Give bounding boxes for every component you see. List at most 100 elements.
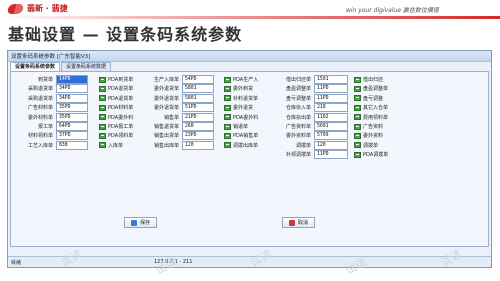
pda-checkbox[interactable]: 销退单: [224, 123, 248, 130]
param-label: 借出归还单: [285, 77, 311, 83]
code-prefix-input[interactable]: 37PD: [56, 131, 88, 141]
checkbox-label: PDA材料单: [108, 105, 134, 112]
header-band: [0, 16, 500, 19]
param-label: 销售出货单: [153, 133, 179, 140]
code-prefix-input[interactable]: 35PD: [56, 112, 88, 122]
pda-checkbox[interactable]: 调拨单: [354, 142, 378, 149]
code-prefix-input[interactable]: 34PD: [56, 84, 88, 94]
param-label: 广告材料单: [27, 105, 53, 112]
code-prefix-input[interactable]: 11PD: [314, 150, 348, 160]
pda-checkbox[interactable]: 盘盈调整单: [354, 85, 388, 92]
param-label: 盘盈调整单: [285, 86, 311, 93]
pda-checkbox[interactable]: PDA生产入: [224, 76, 258, 83]
pda-checkbox[interactable]: 补料退货单: [224, 95, 258, 102]
param-label: 采购退货单: [27, 95, 53, 102]
code-prefix-input[interactable]: 34PD: [56, 93, 88, 103]
code-prefix-input[interactable]: 11PD: [314, 93, 348, 103]
code-prefix-input[interactable]: 11PD: [314, 84, 348, 94]
param-label: 委外退货单: [153, 95, 179, 102]
pda-checkbox[interactable]: 委外到货: [224, 85, 253, 92]
pda-checkbox[interactable]: 委外资料: [354, 132, 383, 139]
param-label: 销售出库单: [153, 142, 179, 149]
code-prefix-input[interactable]: 838: [56, 140, 88, 150]
checkbox-label: 销退单: [233, 124, 249, 130]
param-label: 调拨单: [295, 142, 311, 149]
checkbox-label: 盘盈调整单: [363, 86, 389, 93]
pda-checkbox[interactable]: 委外退货: [224, 104, 253, 111]
code-prefix-input[interactable]: 5801: [182, 84, 214, 94]
pda-checkbox[interactable]: PDA领料单: [99, 132, 133, 139]
window-title: 设置条码系统参数 [广东智能V3]: [11, 54, 91, 60]
checkbox-icon: [224, 76, 231, 83]
pda-checkbox[interactable]: 盘亏调整: [354, 95, 383, 102]
code-prefix-input[interactable]: 5801: [182, 93, 214, 103]
pda-checkbox[interactable]: 调拨出库单: [224, 142, 258, 149]
checkbox-icon: [224, 95, 231, 102]
checkbox-label: 其它入仓单: [363, 105, 389, 112]
checkbox-label: 调拨出库单: [233, 142, 259, 149]
checkbox-icon: [224, 142, 231, 149]
checkbox-icon: [99, 123, 106, 130]
checkbox-icon: [99, 85, 106, 92]
code-prefix-input[interactable]: 23PD: [182, 131, 214, 141]
checkbox-icon: [354, 95, 361, 102]
pda-checkbox[interactable]: PDA退货单: [99, 85, 133, 92]
checkbox-icon: [354, 132, 361, 139]
checkbox-label: 广告资料: [363, 124, 384, 130]
cancel-button[interactable]: 取消: [282, 217, 316, 228]
code-prefix-input[interactable]: 218: [314, 103, 348, 113]
pda-checkbox[interactable]: PDA委外料: [224, 114, 258, 121]
checkbox-icon: [354, 123, 361, 130]
param-label: 工艺入库单: [27, 142, 53, 149]
code-prefix-input[interactable]: 1501: [314, 75, 348, 84]
code-prefix-input[interactable]: 5601: [314, 122, 348, 131]
param-label: 委外材料单: [27, 114, 53, 121]
pda-checkbox[interactable]: 广告资料: [354, 123, 383, 130]
code-prefix-input[interactable]: 64PD: [56, 122, 88, 131]
pda-checkbox[interactable]: 其它入仓单: [354, 104, 388, 111]
pda-checkbox[interactable]: PDA退货单: [99, 95, 133, 102]
checkbox-label: PDA领料单: [108, 133, 134, 140]
checkbox-label: 费用领料单: [363, 114, 389, 121]
pda-checkbox[interactable]: PDA到货单: [99, 76, 133, 83]
checkbox-icon: [99, 95, 106, 102]
checkbox-icon: [224, 132, 231, 139]
checkbox-label: 委外资料: [363, 133, 384, 140]
checkbox-label: 调拨单: [363, 142, 379, 149]
param-label: 仓库杂入单: [285, 105, 311, 112]
code-prefix-input[interactable]: 260: [182, 122, 214, 131]
pda-checkbox[interactable]: 费用领料单: [354, 114, 388, 121]
param-label: 委外退货单: [153, 86, 179, 93]
checkbox-icon: [354, 76, 361, 83]
param-label: 仓库杂出单: [285, 114, 311, 121]
cancel-label: 取消: [298, 220, 309, 226]
pda-checkbox[interactable]: PDA报工单: [99, 123, 133, 130]
pda-checkbox[interactable]: 借出归还: [354, 76, 383, 83]
code-prefix-input[interactable]: 5709: [314, 131, 348, 141]
checkbox-label: PDA委外料: [233, 114, 259, 121]
code-prefix-input[interactable]: 35PD: [56, 103, 88, 113]
param-label: 到货单: [37, 77, 53, 83]
checkbox-label: PDA退货单: [108, 86, 134, 93]
code-prefix-input[interactable]: 120: [314, 140, 348, 150]
checkbox-label: PDA报工单: [108, 124, 134, 130]
code-prefix-input[interactable]: 54PD: [182, 75, 214, 84]
checkbox-icon: [354, 85, 361, 92]
code-prefix-input[interactable]: 21PD: [182, 112, 214, 122]
params-panel: 到货单 14PD PDA到货单 采购退货单 34PD PDA退货单 采购退货单 34PD PDA…: [10, 71, 489, 247]
checkbox-label: PDA到货单: [108, 77, 134, 83]
code-prefix-input[interactable]: 120: [182, 140, 214, 150]
pda-checkbox[interactable]: PDA委外料: [99, 114, 133, 121]
pda-checkbox[interactable]: 入库单: [99, 142, 123, 149]
pda-checkbox[interactable]: PDA销售单: [224, 132, 258, 139]
pda-checkbox[interactable]: PDA调拨单: [354, 151, 388, 158]
param-label: 补领调拨单: [285, 152, 311, 159]
save-button[interactable]: 保存: [124, 217, 158, 228]
checkbox-icon: [354, 104, 361, 111]
checkbox-icon: [224, 114, 231, 121]
code-prefix-input[interactable]: 51PD: [182, 103, 214, 113]
code-prefix-input[interactable]: 1102: [314, 112, 348, 122]
checkbox-label: PDA销售单: [233, 133, 259, 140]
code-prefix-input[interactable]: 14PD: [56, 75, 88, 84]
pda-checkbox[interactable]: PDA材料单: [99, 104, 133, 111]
